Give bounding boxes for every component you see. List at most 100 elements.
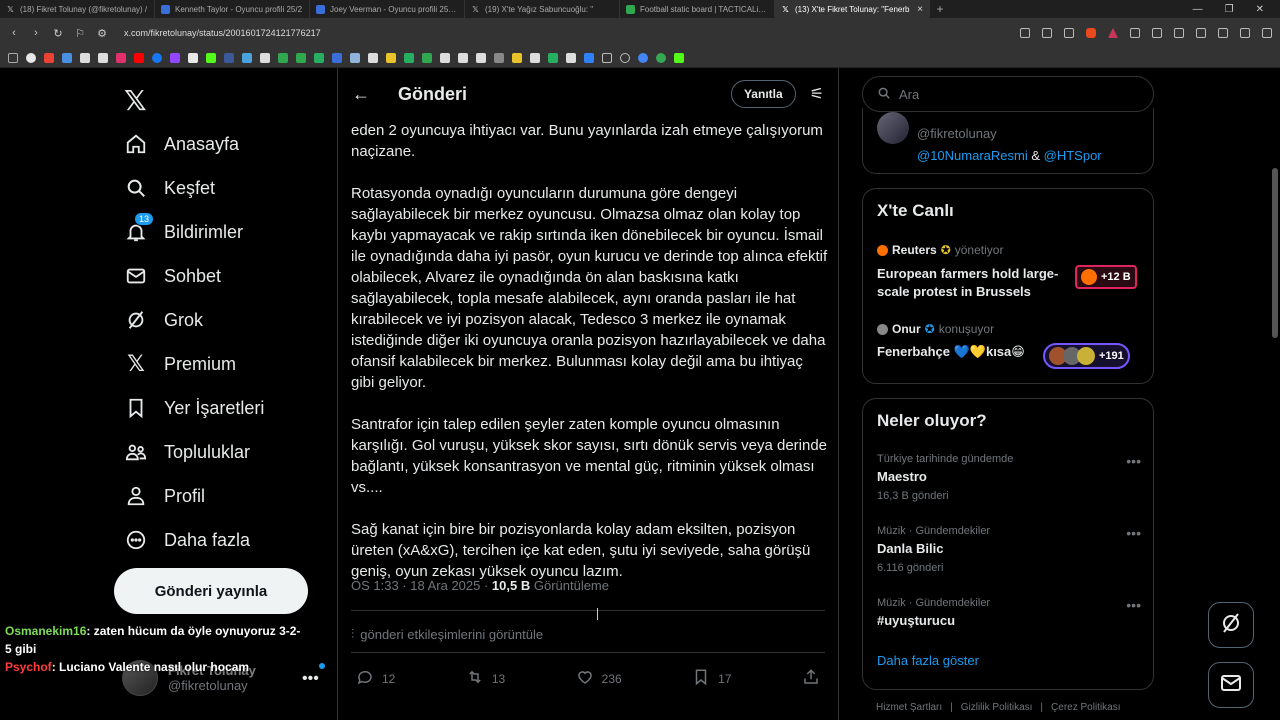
mention-link[interactable]: @HTSpor — [1044, 148, 1102, 163]
browser-tab-active[interactable]: 𝕏 (13) X'te Fikret Tolunay: "Fenerb × — [775, 0, 930, 18]
close-window-icon[interactable]: ✕ — [1256, 4, 1264, 15]
live-space-title[interactable]: Fenerbahçe 💙💛kısa😁 — [877, 343, 1047, 361]
reload-icon[interactable]: ↻ — [52, 27, 64, 40]
nav-explore[interactable]: Keşfet — [124, 176, 215, 200]
footer-link[interactable]: Hizmet Şartları — [876, 702, 942, 713]
scrollbar[interactable] — [1272, 168, 1278, 338]
more-dots-icon[interactable]: ••• — [1126, 453, 1141, 469]
bookmark-icon[interactable] — [152, 52, 162, 63]
zoom-icon[interactable] — [1042, 28, 1052, 38]
bookmark-icon[interactable] — [44, 52, 54, 63]
minimize-icon[interactable]: — — [1193, 4, 1203, 15]
back-arrow-icon[interactable]: ‹ — [8, 27, 20, 39]
bookmark-icon[interactable] — [512, 52, 522, 63]
x-logo-icon[interactable]: 𝕏 — [124, 84, 147, 117]
browser-tab[interactable]: Football static board | TACTICALista — [620, 0, 775, 18]
footer-link[interactable]: Çerez Politikası — [1051, 702, 1120, 713]
site-info-icon[interactable]: ⚙ — [96, 27, 108, 40]
trend-item[interactable]: Müzik · Gündemdekiler #uyuşturucu ••• — [877, 597, 1141, 628]
search-box[interactable]: Ara — [862, 76, 1154, 112]
bookmark-icon[interactable] — [440, 52, 450, 63]
reply-button[interactable]: Yanıtla — [730, 80, 796, 108]
download-icon[interactable] — [1240, 28, 1250, 38]
nav-messages[interactable]: Sohbet — [124, 264, 221, 288]
maximize-icon[interactable]: ❐ — [1225, 4, 1234, 15]
bookmark-icon[interactable] — [368, 52, 378, 63]
bookmark-icon[interactable] — [62, 52, 72, 63]
nav-grok[interactable]: Grok — [124, 308, 203, 332]
bookmark-icon[interactable] — [116, 52, 126, 63]
bookmark-icon[interactable] — [530, 52, 540, 63]
profile-handle[interactable]: @fikretolunay — [917, 126, 997, 141]
cast-icon[interactable] — [1020, 28, 1030, 38]
bookmark-icon[interactable] — [188, 52, 198, 63]
nav-more[interactable]: Daha fazla — [124, 528, 250, 552]
apps-grid-icon[interactable] — [8, 52, 18, 63]
nav-premium[interactable]: 𝕏 Premium — [124, 351, 236, 376]
post-timestamp[interactable]: ÖS 1:33 · 18 Ara 2025 · — [351, 578, 492, 593]
share-action[interactable] — [802, 668, 820, 689]
repost-action[interactable]: 13 — [466, 668, 505, 689]
show-more-link[interactable]: Daha fazla göster — [877, 653, 979, 668]
more-dots-icon[interactable]: ••• — [1126, 597, 1141, 613]
menu-icon[interactable] — [1262, 28, 1272, 38]
bookmark-action[interactable]: 17 — [692, 668, 732, 689]
footer-link[interactable]: Gizlilik Politikası — [961, 702, 1033, 713]
nav-bookmarks[interactable]: Yer İşaretleri — [124, 396, 264, 420]
grok-fab-button[interactable] — [1208, 602, 1254, 648]
messages-fab-button[interactable] — [1208, 662, 1254, 708]
bookmark-icon[interactable] — [206, 52, 216, 63]
bookmark-icon[interactable] — [98, 52, 108, 63]
bookmark-icon[interactable] — [170, 52, 180, 63]
nav-profile[interactable]: Profil — [124, 484, 205, 508]
new-tab-icon[interactable]: + — [930, 2, 950, 16]
sliders-icon[interactable]: ⚟ — [810, 84, 824, 104]
back-arrow-icon[interactable]: ← — [352, 84, 376, 105]
rewards-icon[interactable] — [1108, 28, 1118, 38]
post-button[interactable]: Gönderi yayınla — [114, 568, 308, 614]
trend-item[interactable]: Türkiye tarihinde gündemde Maestro 16,3 … — [877, 453, 1141, 502]
brave-shield-icon[interactable] — [1086, 28, 1096, 38]
bookmark-icon[interactable] — [314, 52, 324, 63]
mention-link[interactable]: @10NumaraResmi — [917, 148, 1028, 163]
bookmark-icon[interactable] — [638, 52, 648, 63]
bookmark-page-icon[interactable]: ⚐ — [74, 27, 86, 40]
leo-icon[interactable] — [1196, 28, 1206, 38]
browser-tab[interactable]: 𝕏 (19) X'te Yağız Sabuncuoğlu: " — [465, 0, 620, 18]
vpn-icon[interactable] — [1218, 28, 1228, 38]
nav-communities[interactable]: Topluluklar — [124, 440, 250, 464]
browser-tab[interactable]: Kenneth Taylor - Oyuncu profili 25/2 — [155, 0, 310, 18]
bookmark-icon[interactable] — [476, 52, 486, 63]
like-action[interactable]: 236 — [576, 668, 622, 689]
bookmark-icon[interactable] — [296, 52, 306, 63]
bookmark-icon[interactable] — [278, 52, 288, 63]
share-icon[interactable] — [1064, 28, 1074, 38]
bookmark-icon[interactable] — [656, 52, 666, 63]
bookmark-icon[interactable] — [584, 52, 594, 63]
bookmark-icon[interactable] — [80, 52, 90, 63]
more-dots-icon[interactable]: ••• — [1126, 525, 1141, 541]
bookmark-icon[interactable] — [350, 52, 360, 63]
wallet-icon[interactable] — [1174, 28, 1184, 38]
sidebar-icon[interactable] — [1152, 28, 1162, 38]
live-space-title[interactable]: European farmers hold large-scale protes… — [877, 265, 1067, 301]
bookmark-icon[interactable] — [260, 52, 270, 63]
live-listeners-pill[interactable]: +12 B — [1075, 265, 1137, 289]
bookmark-icon[interactable] — [332, 52, 342, 63]
link-icon[interactable] — [620, 52, 630, 63]
close-tab-icon[interactable]: × — [917, 4, 923, 15]
browser-tab[interactable]: 𝕏 (18) Fikret Tolunay (@fikretolunay) / — [0, 0, 155, 18]
url-field[interactable]: x.com/fikretolunay/status/20016017241217… — [124, 28, 321, 38]
reply-action[interactable]: 12 — [356, 668, 395, 689]
live-listeners-pill[interactable]: +191 — [1043, 343, 1130, 369]
bookmark-icon[interactable] — [404, 52, 414, 63]
bookmark-icon[interactable] — [566, 52, 576, 63]
nav-notifications[interactable]: 13 Bildirimler — [124, 212, 243, 244]
bookmark-icon[interactable] — [386, 52, 396, 63]
bookmark-icon[interactable] — [26, 52, 36, 63]
search-input[interactable]: Ara — [899, 87, 919, 102]
bookmark-icon[interactable] — [674, 52, 684, 63]
bookmark-icon[interactable] — [458, 52, 468, 63]
view-engagements-link[interactable]: ⫶ gönderi etkileşimlerini görüntüle — [351, 626, 543, 642]
bookmark-icon[interactable] — [242, 52, 252, 63]
